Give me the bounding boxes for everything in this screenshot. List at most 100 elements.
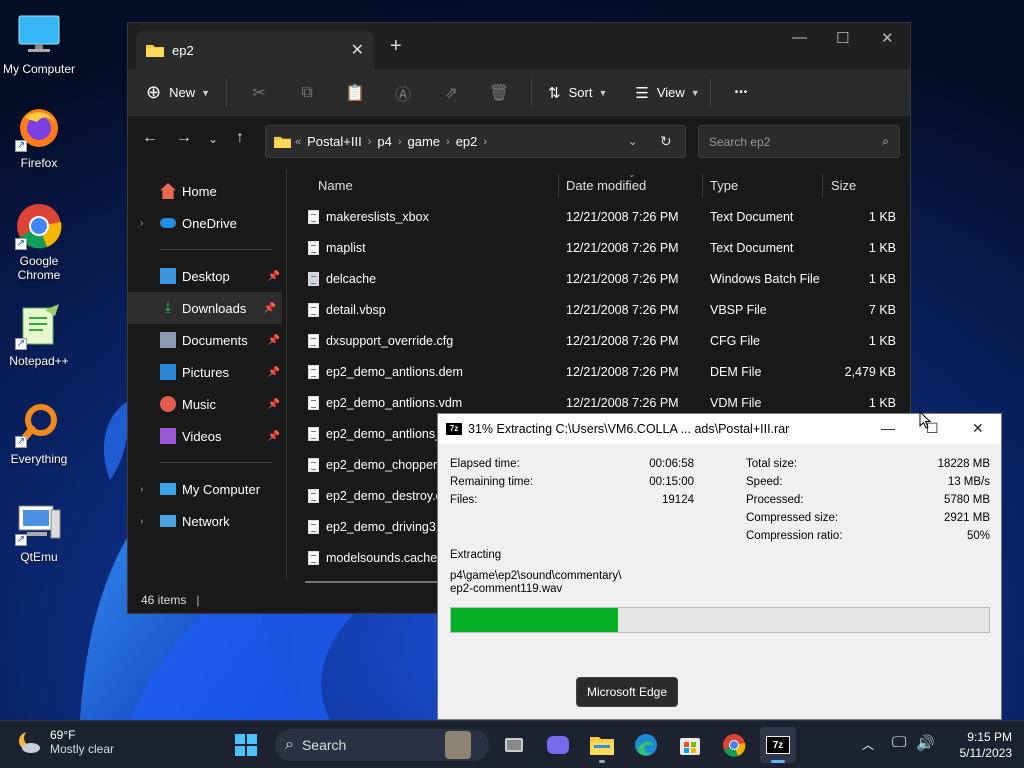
total-size-label: Total size: <box>746 458 798 470</box>
address-dropdown-icon[interactable]: ⌄ <box>628 135 637 148</box>
sidebar-item-music[interactable]: Music 📌 <box>128 388 286 420</box>
taskbar-app-file-explorer[interactable] <box>584 727 620 763</box>
folder-icon <box>274 136 291 148</box>
taskbar-app-7zip[interactable]: 7z <box>760 727 796 763</box>
taskbar-app-store[interactable] <box>672 727 708 763</box>
file-row[interactable]: delcache 12/21/2008 7:26 PM Windows Batch … <box>287 263 910 294</box>
sidebar-divider <box>160 249 272 250</box>
elapsed-value: 00:06:58 <box>649 458 694 470</box>
delete-icon[interactable]: 🗑 <box>475 83 523 103</box>
address-bar[interactable]: « Postal+III › p4 › game › ep2 › ⌄ ↻ <box>265 125 686 158</box>
paste-icon[interactable]: 📋 <box>331 83 379 103</box>
tab-ep2[interactable]: ep2 ✕ <box>136 31 374 69</box>
share-icon[interactable]: ⇗ <box>427 83 475 103</box>
sidebar-item-videos[interactable]: Videos 📌 <box>128 420 286 452</box>
maximize-icon[interactable]: ☐ <box>836 29 849 47</box>
breadcrumb-separator-icon: › <box>367 135 372 148</box>
tab-close-icon[interactable]: ✕ <box>351 40 364 60</box>
system-clock[interactable]: 9:15 PM 5/11/2023 <box>960 729 1013 761</box>
rename-icon[interactable]: Ⓐ <box>379 81 427 105</box>
breadcrumb-overflow[interactable]: « <box>295 136 301 148</box>
column-divider[interactable] <box>702 173 703 197</box>
sidebar-item-network[interactable]: › Network <box>128 505 286 537</box>
search-box[interactable]: Search ep2 ⌕ <box>698 125 900 158</box>
breadcrumb-ep2[interactable]: ep2 <box>456 134 478 149</box>
sidebar-item-pictures[interactable]: Pictures 📌 <box>128 356 286 388</box>
back-arrow-icon[interactable]: ← <box>142 129 158 147</box>
copy-icon[interactable]: ⧉ <box>283 84 331 102</box>
expand-chevron-icon[interactable]: › <box>140 484 143 495</box>
desktop-icon-firefox[interactable]: ↗ Firefox <box>2 104 76 170</box>
file-date: 12/21/2008 7:26 PM <box>566 334 679 348</box>
taskbar-app-teams[interactable] <box>540 727 576 763</box>
current-path-line1: p4\game\ep2\sound\commentary\ <box>450 570 622 582</box>
file-row[interactable]: ep2_demo_antlions.dem 12/21/2008 7:26 PM D… <box>287 356 910 387</box>
minimize-icon[interactable]: — <box>792 29 807 46</box>
column-divider[interactable] <box>822 173 823 197</box>
taskbar-search-label: Search <box>301 737 347 753</box>
taskbar-app-chrome[interactable] <box>716 727 752 763</box>
close-icon[interactable]: ✕ <box>881 29 894 47</box>
horizontal-scrollbar[interactable] <box>305 581 439 583</box>
file-row[interactable]: detail.vbsp 12/21/2008 7:26 PM VBSP File 7 … <box>287 294 910 325</box>
sidebar-item-home[interactable]: Home <box>128 175 286 207</box>
pin-icon[interactable]: 📌 <box>268 367 280 378</box>
volume-icon[interactable]: 🔊 <box>916 734 935 752</box>
task-view-button[interactable] <box>496 727 532 763</box>
desktop-icon-notepadpp[interactable]: ↗ Notepad++ <box>2 302 76 368</box>
sidebar-item-onedrive[interactable]: › OneDrive <box>128 207 286 239</box>
speed-value: 13 MB/s <box>947 476 990 488</box>
taskbar-app-edge[interactable] <box>628 727 664 763</box>
file-row[interactable]: dxsupport_override.cfg 12/21/2008 7:26 PM… <box>287 325 910 356</box>
expand-chevron-icon[interactable]: › <box>140 516 143 527</box>
recent-locations-chevron-icon[interactable]: ⌄ <box>208 132 218 146</box>
minimize-icon[interactable]: — <box>881 420 895 436</box>
breadcrumb-p4[interactable]: p4 <box>377 134 391 149</box>
remaining-label: Remaining time: <box>450 476 534 488</box>
weather-widget[interactable]: 69°F Mostly clear <box>16 728 114 756</box>
pin-icon[interactable]: 📌 <box>268 399 280 410</box>
new-button[interactable]: ⊕ New ▼ <box>146 82 210 103</box>
file-row[interactable]: maplist 12/21/2008 7:26 PM Text Document 1 … <box>287 232 910 263</box>
sidebar-item-downloads[interactable]: ⤓ Downloads 📌 <box>128 292 282 324</box>
file-row[interactable]: makereslists_xbox 12/21/2008 7:26 PM Text … <box>287 201 910 232</box>
desktop-icon-everything[interactable]: ↗ Everything <box>2 400 76 466</box>
desktop-icon-label: My Computer <box>2 62 76 76</box>
close-icon[interactable]: ✕ <box>972 420 984 437</box>
pin-icon[interactable]: 📌 <box>268 431 280 442</box>
pin-icon[interactable]: 📌 <box>268 271 280 282</box>
cut-icon[interactable]: ✂ <box>235 83 283 103</box>
file-name: ep2_demo_antlions.vdm <box>326 396 463 410</box>
start-button[interactable] <box>228 727 264 763</box>
pin-icon[interactable]: 📌 <box>264 303 276 314</box>
column-header-size[interactable]: Size <box>831 178 856 193</box>
refresh-icon[interactable]: ↻ <box>660 133 672 150</box>
view-button[interactable]: ☰ View ▼ <box>635 84 699 102</box>
forward-arrow-icon[interactable]: → <box>176 129 192 147</box>
pin-icon[interactable]: 📌 <box>268 335 280 346</box>
sidebar-item-documents[interactable]: Documents 📌 <box>128 324 286 356</box>
file-name: detail.vbsp <box>326 303 386 317</box>
dialog-titlebar[interactable]: 7z 31% Extracting C:\Users\VM6.COLLA ...… <box>438 414 1001 444</box>
network-status-icon[interactable]: 🖵 <box>892 734 906 751</box>
sidebar-item-my-computer[interactable]: › My Computer <box>128 473 286 505</box>
breadcrumb-game[interactable]: game <box>408 134 441 149</box>
sidebar-item-label: My Computer <box>182 481 261 497</box>
desktop-icon-my-computer[interactable]: My Computer <box>2 10 76 76</box>
expand-chevron-icon[interactable]: › <box>140 218 143 229</box>
desktop-icon-qtemu[interactable]: ↗ QtEmu <box>2 498 76 564</box>
column-header-type[interactable]: Type <box>710 178 738 193</box>
column-divider[interactable] <box>558 173 559 197</box>
new-tab-button[interactable]: + <box>390 35 402 58</box>
show-hidden-icons-chevron-icon[interactable]: ︿ <box>862 736 874 753</box>
sidebar-item-desktop[interactable]: Desktop 📌 <box>128 260 286 292</box>
column-header-name[interactable]: Name <box>318 178 353 193</box>
breadcrumb-postal[interactable]: Postal+III <box>307 134 362 149</box>
up-arrow-icon[interactable]: ↑ <box>236 129 244 147</box>
sort-button[interactable]: ⇅ Sort ▼ <box>548 84 607 102</box>
desktop-icon-chrome[interactable]: ↗ Google Chrome <box>2 202 76 282</box>
taskbar-search[interactable]: ⌕ Search <box>275 729 489 761</box>
7zip-icon: 7z <box>766 736 790 754</box>
compression-ratio-value: 50% <box>966 530 990 542</box>
more-options-button[interactable]: ••• <box>735 87 749 98</box>
